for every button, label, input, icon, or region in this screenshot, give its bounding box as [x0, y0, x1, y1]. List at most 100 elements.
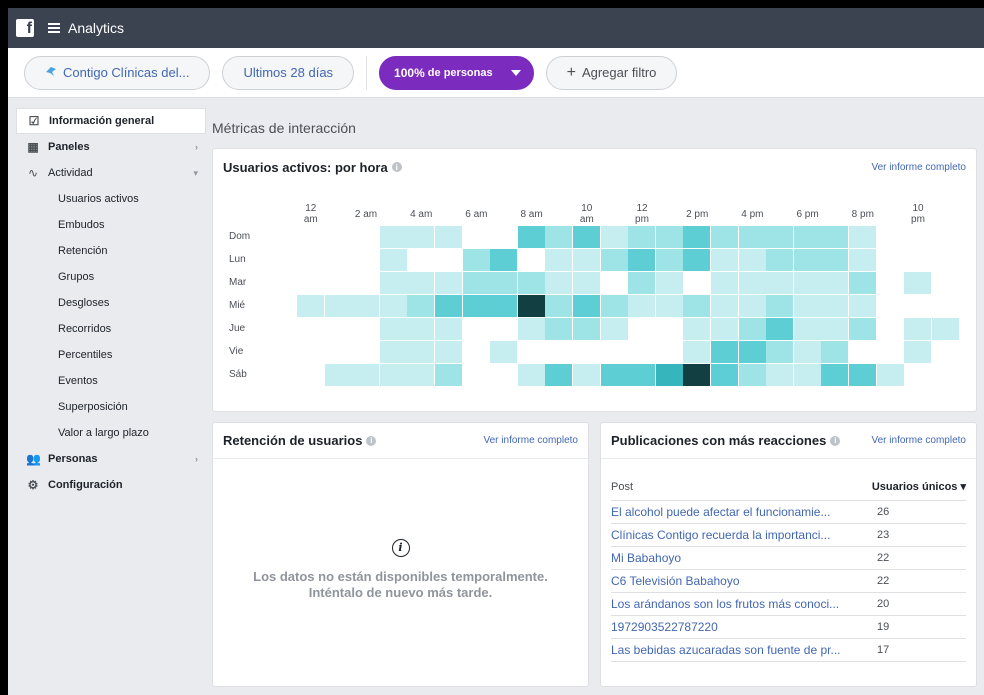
- sidebar-subitem-cohorts[interactable]: Grupos: [16, 264, 206, 290]
- sidebar-item-settings[interactable]: ⚙ Configuración: [16, 472, 206, 498]
- sidebar-subitem-percentiles[interactable]: Percentiles: [16, 342, 206, 368]
- heatmap-cell[interactable]: [352, 364, 380, 386]
- sidebar-subitem-events[interactable]: Eventos: [16, 368, 206, 394]
- heatmap-cell[interactable]: [655, 364, 683, 386]
- heatmap-cell[interactable]: [573, 364, 600, 386]
- app-title[interactable]: Analytics: [68, 20, 124, 36]
- heatmap-cell[interactable]: [545, 295, 573, 317]
- heatmap-cell[interactable]: [931, 318, 959, 340]
- heatmap-cell[interactable]: [711, 295, 738, 317]
- heatmap-cell[interactable]: [435, 295, 462, 317]
- heatmap-cell[interactable]: [655, 249, 683, 271]
- heatmap-cell[interactable]: [683, 249, 711, 271]
- heatmap-cell[interactable]: [490, 249, 518, 271]
- heatmap-cell[interactable]: [821, 318, 849, 340]
- heatmap-cell[interactable]: [849, 295, 876, 317]
- heatmap-cell[interactable]: [545, 249, 573, 271]
- sidebar-item-activity[interactable]: ∿ Actividad ▾: [16, 160, 206, 186]
- view-full-report-link[interactable]: Ver informe completo: [872, 435, 967, 446]
- heatmap-cell[interactable]: [628, 272, 656, 294]
- table-row[interactable]: Mi Babahoyo 22: [611, 547, 966, 570]
- heatmap-cell[interactable]: [793, 249, 821, 271]
- sidebar-subitem-active-users[interactable]: Usuarios activos: [16, 186, 206, 212]
- sidebar-subitem-funnels[interactable]: Embudos: [16, 212, 206, 238]
- facebook-logo-icon[interactable]: f: [16, 19, 34, 37]
- heatmap-cell[interactable]: [738, 318, 766, 340]
- table-row[interactable]: Clínicas Contigo recuerda la importanci.…: [611, 524, 966, 547]
- sidebar-subitem-breakdowns[interactable]: Desgloses: [16, 290, 206, 316]
- table-row[interactable]: 1972903522787220 19: [611, 616, 966, 639]
- heatmap-cell[interactable]: [407, 341, 435, 363]
- sidebar-subitem-journeys[interactable]: Recorridos: [16, 316, 206, 342]
- heatmap-cell[interactable]: [738, 364, 766, 386]
- heatmap-cell[interactable]: [600, 226, 628, 248]
- heatmap-cell[interactable]: [821, 226, 849, 248]
- heatmap-cell[interactable]: [517, 272, 545, 294]
- heatmap-cell[interactable]: [573, 226, 600, 248]
- sidebar-item-people[interactable]: 👥 Personas ›: [16, 446, 206, 472]
- heatmap-cell[interactable]: [904, 272, 932, 294]
- heatmap-cell[interactable]: [738, 341, 766, 363]
- heatmap-cell[interactable]: [517, 364, 545, 386]
- info-icon[interactable]: i: [830, 435, 841, 446]
- heatmap-cell[interactable]: [738, 226, 766, 248]
- heatmap-cell[interactable]: [462, 249, 490, 271]
- heatmap-cell[interactable]: [435, 226, 462, 248]
- heatmap-cell[interactable]: [628, 295, 656, 317]
- post-link[interactable]: Mi Babahoyo: [611, 551, 867, 565]
- heatmap-cell[interactable]: [545, 226, 573, 248]
- heatmap-cell[interactable]: [655, 295, 683, 317]
- heatmap-cell[interactable]: [379, 341, 407, 363]
- heatmap-cell[interactable]: [904, 341, 932, 363]
- post-link[interactable]: 1972903522787220: [611, 620, 867, 634]
- heatmap-cell[interactable]: [600, 249, 628, 271]
- post-link[interactable]: El alcohol puede afectar el funcionamie.…: [611, 505, 867, 519]
- heatmap-cell[interactable]: [849, 272, 876, 294]
- heatmap-cell[interactable]: [628, 226, 656, 248]
- date-range-button[interactable]: Ultimos 28 días: [222, 55, 355, 90]
- heatmap-cell[interactable]: [573, 249, 600, 271]
- sidebar-item-dashboards[interactable]: ▦ Paneles ›: [16, 134, 206, 160]
- heatmap-cell[interactable]: [738, 249, 766, 271]
- heatmap-cell[interactable]: [821, 272, 849, 294]
- table-row[interactable]: C6 Televisión Babahoyo 22: [611, 570, 966, 593]
- audience-dropdown[interactable]: 100% de personas: [379, 55, 534, 90]
- heatmap-cell[interactable]: [490, 295, 518, 317]
- table-row[interactable]: Los arándanos son los frutos más conoci.…: [611, 593, 966, 616]
- post-link[interactable]: C6 Televisión Babahoyo: [611, 574, 867, 588]
- heatmap-cell[interactable]: [766, 341, 794, 363]
- sidebar-subitem-overlap[interactable]: Superposición: [16, 394, 206, 420]
- heatmap-cell[interactable]: [517, 295, 545, 317]
- heatmap-cell[interactable]: [407, 295, 435, 317]
- heatmap-cell[interactable]: [379, 364, 407, 386]
- heatmap-cell[interactable]: [876, 364, 904, 386]
- heatmap-cell[interactable]: [600, 364, 628, 386]
- heatmap-cell[interactable]: [628, 249, 656, 271]
- heatmap-cell[interactable]: [683, 364, 711, 386]
- heatmap-cell[interactable]: [379, 272, 407, 294]
- hamburger-icon[interactable]: [48, 23, 60, 33]
- heatmap-cell[interactable]: [407, 364, 435, 386]
- heatmap-cell[interactable]: [793, 318, 821, 340]
- heatmap-cell[interactable]: [738, 272, 766, 294]
- heatmap-cell[interactable]: [766, 318, 794, 340]
- heatmap-cell[interactable]: [600, 318, 628, 340]
- heatmap-cell[interactable]: [683, 295, 711, 317]
- post-link[interactable]: Las bebidas azucaradas son fuente de pr.…: [611, 643, 867, 657]
- heatmap-cell[interactable]: [738, 295, 766, 317]
- heatmap-cell[interactable]: [324, 364, 352, 386]
- heatmap-cell[interactable]: [683, 318, 711, 340]
- heatmap-cell[interactable]: [683, 226, 711, 248]
- heatmap-cell[interactable]: [435, 364, 462, 386]
- heatmap-cell[interactable]: [407, 226, 435, 248]
- heatmap-cell[interactable]: [793, 226, 821, 248]
- column-header-unique-users[interactable]: Usuarios únicos ▾: [872, 480, 966, 493]
- heatmap-cell[interactable]: [628, 364, 656, 386]
- heatmap-cell[interactable]: [407, 318, 435, 340]
- heatmap-cell[interactable]: [324, 295, 352, 317]
- sidebar-subitem-retention[interactable]: Retención: [16, 238, 206, 264]
- heatmap-cell[interactable]: [711, 272, 738, 294]
- heatmap-cell[interactable]: [517, 226, 545, 248]
- heatmap-cell[interactable]: [849, 226, 876, 248]
- heatmap-cell[interactable]: [545, 318, 573, 340]
